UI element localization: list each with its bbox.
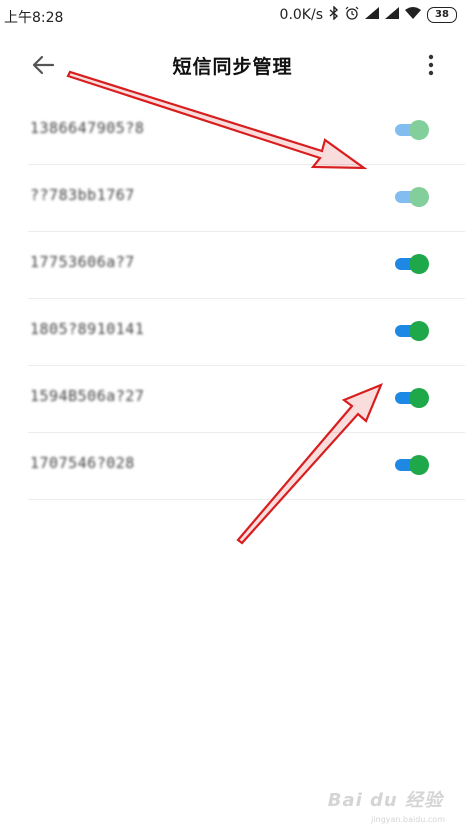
sync-toggle[interactable]	[395, 187, 429, 207]
phone-number: 17753606a?7	[30, 253, 135, 271]
more-vertical-icon	[428, 54, 434, 76]
list-item: 17753606a?7	[0, 232, 465, 299]
signal-icon	[365, 7, 379, 23]
list-item: ??783bb1767	[0, 165, 465, 232]
screen: 上午8:28 0.0K/s 38 短信同步管理 1386647905?8 ??7…	[0, 0, 465, 832]
status-time: 上午8:28	[4, 10, 64, 26]
divider	[28, 499, 465, 500]
sync-toggle[interactable]	[395, 455, 429, 475]
sms-sync-list: 1386647905?8 ??783bb1767 17753606a?7 180…	[0, 98, 465, 500]
sync-toggle[interactable]	[395, 120, 429, 140]
wifi-icon	[405, 7, 421, 23]
app-header: 短信同步管理	[0, 32, 465, 98]
baidu-watermark-url: jingyan.baidu.com	[371, 815, 445, 824]
sync-toggle[interactable]	[395, 321, 429, 341]
bluetooth-icon	[329, 5, 339, 24]
page-title: 短信同步管理	[172, 56, 293, 78]
status-icons: 0.0K/s 38	[279, 5, 457, 24]
phone-number: 1386647905?8	[30, 119, 145, 137]
list-item: 1707546?028	[0, 433, 465, 500]
more-options-button[interactable]	[421, 48, 441, 82]
list-item: 1386647905?8	[0, 98, 465, 165]
baidu-watermark: Bai du 经验	[327, 790, 443, 811]
battery-icon: 38	[427, 7, 457, 23]
list-item: 1805?8910141	[0, 299, 465, 366]
network-speed: 0.0K/s	[279, 7, 323, 23]
phone-number: 1805?8910141	[30, 320, 145, 338]
alarm-icon	[345, 6, 359, 24]
phone-number: 1594B506a?27	[30, 387, 145, 405]
list-item: 1594B506a?27	[0, 366, 465, 433]
status-bar: 上午8:28 0.0K/s 38	[0, 0, 465, 32]
phone-number: ??783bb1767	[30, 186, 135, 204]
sync-toggle[interactable]	[395, 388, 429, 408]
sync-toggle[interactable]	[395, 254, 429, 274]
phone-number: 1707546?028	[30, 454, 135, 472]
signal-icon	[385, 7, 399, 23]
